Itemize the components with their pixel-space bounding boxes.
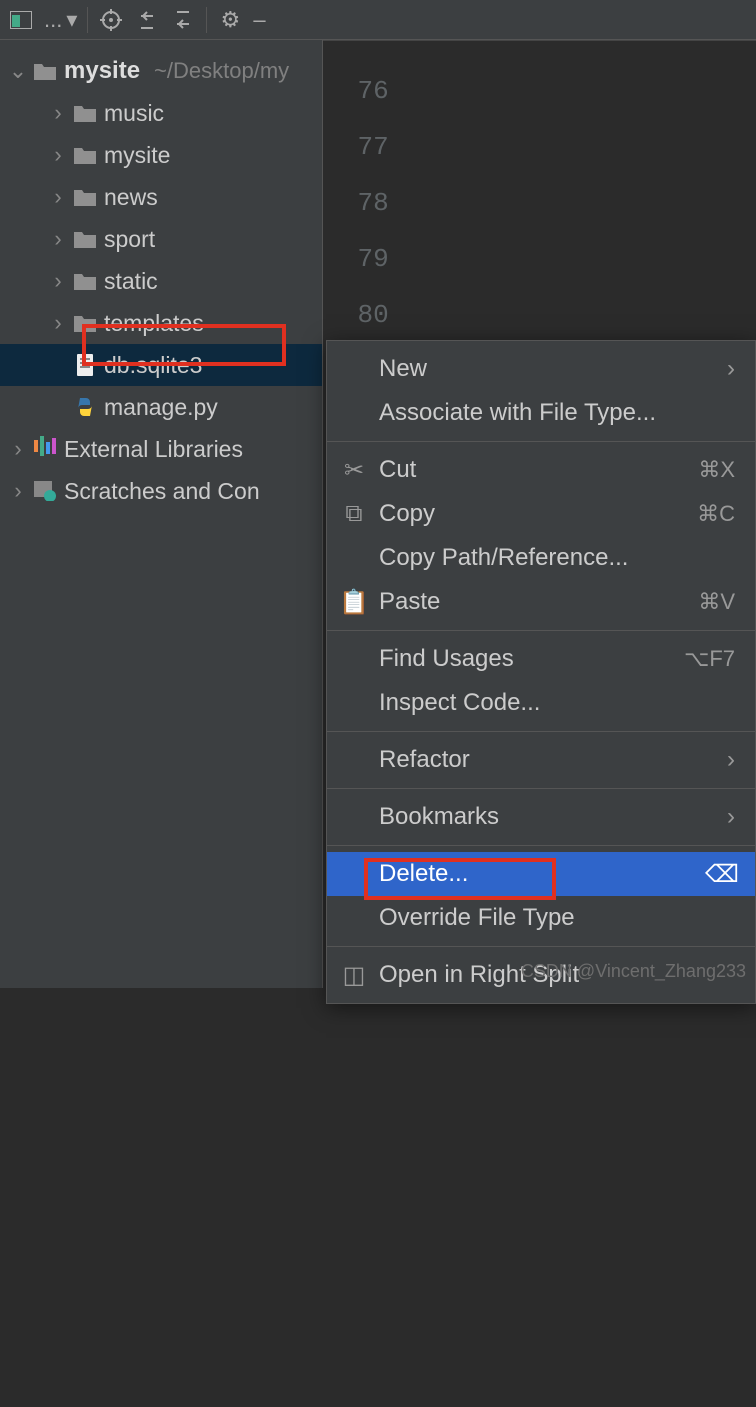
menu-label: Override File Type <box>379 904 735 932</box>
chevron-right-icon[interactable]: › <box>50 268 66 294</box>
menu-shortcut: ⌘V <box>698 589 735 615</box>
tree-item-mysite[interactable]: › mysite <box>0 134 322 176</box>
menu-label: Associate with File Type... <box>379 399 735 427</box>
tree-label: External Libraries <box>64 436 243 463</box>
menu-copy-path[interactable]: Copy Path/Reference... <box>327 536 755 580</box>
tree-item-sport[interactable]: › sport <box>0 218 322 260</box>
menu-associate-file-type[interactable]: Associate with File Type... <box>327 391 755 435</box>
menu-refactor[interactable]: Refactor › <box>327 738 755 782</box>
menu-copy[interactable]: ⧉ Copy ⌘C <box>327 492 755 536</box>
menu-shortcut: ⌥F7 <box>684 646 735 672</box>
copy-icon: ⧉ <box>341 500 367 528</box>
toolbar: ... ▾ ⚙ – <box>0 0 756 40</box>
cut-icon: ✂ <box>341 456 367 485</box>
menu-label: Copy Path/Reference... <box>379 544 735 572</box>
menu-label: New <box>379 355 715 383</box>
gear-icon[interactable]: ⚙ <box>217 7 243 33</box>
scratches-and-consoles[interactable]: › Scratches and Con <box>0 470 322 512</box>
hide-icon[interactable]: – <box>253 7 265 33</box>
folder-icon <box>74 186 96 208</box>
menu-shortcut: ⌘X <box>698 457 735 483</box>
chevron-right-icon[interactable]: › <box>50 100 66 126</box>
tree-label: mysite <box>104 142 170 169</box>
annotation-highlight-db <box>82 324 286 366</box>
menu-label: Cut <box>379 456 686 484</box>
menu-label: Copy <box>379 500 685 528</box>
expand-icon[interactable] <box>170 7 196 33</box>
chevron-down-icon[interactable]: ⌄ <box>10 58 26 84</box>
tree-label: music <box>104 100 164 127</box>
paste-icon: 📋 <box>341 588 367 617</box>
folder-icon <box>74 144 96 166</box>
tree-label: news <box>104 184 158 211</box>
tree-label: Scratches and Con <box>64 478 260 505</box>
menu-label: Inspect Code... <box>379 689 735 717</box>
python-file-icon <box>74 396 96 418</box>
menu-shortcut: ⌘C <box>697 501 735 527</box>
tree-item-manage-py[interactable]: manage.py <box>0 386 322 428</box>
tree-label: sport <box>104 226 155 253</box>
root-path: ~/Desktop/my <box>154 58 289 84</box>
window-icon[interactable] <box>8 7 34 33</box>
folder-icon <box>34 60 56 82</box>
menu-cut[interactable]: ✂ Cut ⌘X <box>327 448 755 492</box>
menu-separator <box>327 731 755 732</box>
folder-icon <box>74 102 96 124</box>
chevron-right-icon[interactable]: › <box>10 436 26 462</box>
external-libraries[interactable]: › External Libraries <box>0 428 322 470</box>
menu-label: Bookmarks <box>379 803 715 831</box>
tree-item-music[interactable]: › music <box>0 92 322 134</box>
chevron-right-icon: › <box>727 355 735 383</box>
menu-separator <box>327 946 755 947</box>
menu-new[interactable]: New › <box>327 347 755 391</box>
toolbar-dropdown[interactable]: ... ▾ <box>44 7 77 33</box>
menu-inspect-code[interactable]: Inspect Code... <box>327 681 755 725</box>
collapse-icon[interactable] <box>134 7 160 33</box>
chevron-right-icon[interactable]: › <box>50 226 66 252</box>
delete-icon: ⌫ <box>709 860 735 889</box>
split-icon: ◫ <box>341 961 367 990</box>
menu-bookmarks[interactable]: Bookmarks › <box>327 795 755 839</box>
scratches-icon <box>34 481 56 501</box>
annotation-highlight-delete <box>364 858 556 900</box>
menu-separator <box>327 441 755 442</box>
libraries-icon <box>34 436 56 462</box>
menu-label: Refactor <box>379 746 715 774</box>
watermark: CSDN @Vincent_Zhang233 <box>521 961 746 982</box>
separator <box>206 7 207 33</box>
chevron-right-icon: › <box>727 746 735 774</box>
root-name: mysite <box>64 57 140 85</box>
folder-icon <box>74 228 96 250</box>
folder-icon <box>74 270 96 292</box>
menu-separator <box>327 788 755 789</box>
tree-item-news[interactable]: › news <box>0 176 322 218</box>
menu-override-file-type[interactable]: Override File Type <box>327 896 755 940</box>
tree-item-static[interactable]: › static <box>0 260 322 302</box>
menu-separator <box>327 845 755 846</box>
target-icon[interactable] <box>98 7 124 33</box>
chevron-right-icon[interactable]: › <box>50 184 66 210</box>
project-root[interactable]: ⌄ mysite ~/Desktop/my <box>0 50 322 92</box>
project-tree[interactable]: ⌄ mysite ~/Desktop/my › music › mysite ›… <box>0 40 323 988</box>
chevron-right-icon[interactable]: › <box>50 142 66 168</box>
chevron-right-icon[interactable]: › <box>10 478 26 504</box>
context-menu: New › Associate with File Type... ✂ Cut … <box>326 340 756 1004</box>
tree-label: manage.py <box>104 394 218 421</box>
tree-label: static <box>104 268 158 295</box>
menu-separator <box>327 630 755 631</box>
chevron-down-icon: ▾ <box>66 7 77 33</box>
chevron-right-icon: › <box>727 803 735 831</box>
separator <box>87 7 88 33</box>
menu-label: Find Usages <box>379 645 672 673</box>
menu-label: Paste <box>379 588 686 616</box>
menu-find-usages[interactable]: Find Usages ⌥F7 <box>327 637 755 681</box>
menu-paste[interactable]: 📋 Paste ⌘V <box>327 580 755 624</box>
chevron-right-icon[interactable]: › <box>50 310 66 336</box>
